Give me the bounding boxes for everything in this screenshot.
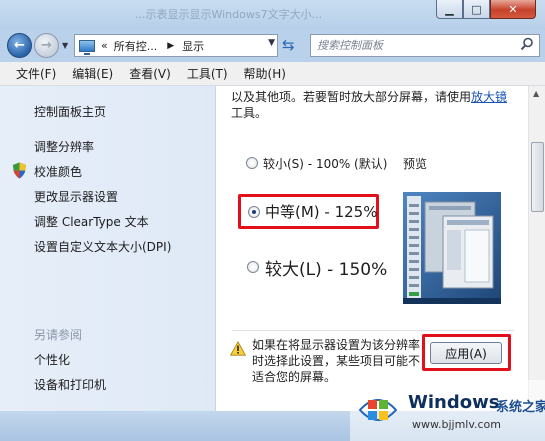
task-pane: 控制面板主页 调整分辨率 校准颜色 更改显示器设置 调整 ClearType 文… [0,86,216,411]
monitor-icon [79,39,95,55]
recent-pages-button[interactable]: ▼ [62,41,68,50]
intro-line-2: 工具。 [231,106,268,120]
close-icon: ✕ [508,2,518,16]
back-arrow-icon: ← [14,38,25,53]
watermark-url: www.bjjmlv.com [412,418,501,431]
radio-medium[interactable] [248,206,260,218]
search-input[interactable] [311,35,511,56]
forward-button[interactable]: → [34,33,59,58]
refresh-icon[interactable]: ⇆ [282,37,295,53]
warning-line-1: 如果在将显示器设置为该分辨率 [252,338,421,352]
shield-icon [13,162,26,179]
sidebar-item-calibrate-color[interactable]: 校准颜色 [34,163,82,180]
maximize-button[interactable]: □ [463,0,490,19]
minimize-icon: ▁ [445,2,454,16]
address-dropdown-icon[interactable]: ▼ [268,38,275,48]
preview-image [403,192,501,304]
divider [232,330,514,331]
intro-line-1: 以及其他项。若要暂时放大部分屏幕，请使用 [231,90,472,104]
radio-smaller[interactable] [246,157,258,169]
search-box[interactable] [310,34,540,57]
vertical-scrollbar[interactable]: ▲ [528,86,545,411]
scroll-thumb[interactable] [531,142,544,212]
menu-edit[interactable]: 编辑(E) [64,65,121,82]
breadcrumb-all-control-panel[interactable]: 所有控... [114,38,158,54]
windows-logo-icon [358,399,398,421]
menu-bar: 文件(F) 编辑(E) 查看(V) 工具(T) 帮助(H) [0,62,545,86]
see-also-personalization[interactable]: 个性化 [34,351,70,368]
menu-view[interactable]: 查看(V) [121,65,179,82]
warning-line-2: 时选择此设置，某些项目可能不 [252,354,421,368]
maximize-icon: □ [471,2,482,16]
minimize-button[interactable]: ▁ [436,0,463,19]
menu-file[interactable]: 文件(F) [8,65,64,82]
navigation-bar: ← → ▼ « 所有控... ▶ 显示 ▼ ⇆ [0,30,545,62]
content-pane: 以及其他项。若要暂时放大部分屏幕，请使用放大镜 工具。 较小(S) - 100%… [216,86,545,411]
sidebar-item-adjust-cleartype[interactable]: 调整 ClearType 文本 [34,213,149,230]
magnifier-link[interactable]: 放大镜 [471,90,507,104]
search-icon[interactable] [520,37,534,51]
close-button[interactable]: ✕ [490,0,536,19]
watermark: Windows 系统之家 www.bjjmlv.com [350,380,545,441]
radio-larger[interactable] [247,261,259,273]
option-smaller-label[interactable]: 较小(S) - 100% (默认) [263,155,387,172]
scroll-up-icon[interactable]: ▲ [533,89,539,98]
breadcrumb-separator-icon[interactable]: ▶ [167,41,174,51]
forward-arrow-icon: → [41,38,52,53]
title-bar: ...示表显示显示Windows7文字大小... ▁ □ ✕ [0,0,545,30]
option-medium-label[interactable]: 中等(M) - 125% [265,201,377,222]
option-larger-label[interactable]: 较大(L) - 150% [265,255,387,280]
apply-button[interactable]: 应用(A) [430,342,502,364]
see-also-devices-printers[interactable]: 设备和打印机 [34,376,106,393]
window-title: ...示表显示显示Windows7文字大小... [135,8,323,21]
warning-icon [230,341,246,356]
menu-tools[interactable]: 工具(T) [179,65,236,82]
watermark-brand: Windows [408,392,500,413]
see-also-heading: 另请参阅 [34,328,83,342]
sidebar-item-change-display-settings[interactable]: 更改显示器设置 [34,188,118,205]
sidebar-item-control-panel-home[interactable]: 控制面板主页 [34,103,106,120]
sidebar-item-custom-dpi[interactable]: 设置自定义文本大小(DPI) [34,238,171,255]
back-button[interactable]: ← [7,33,32,58]
address-prefix[interactable]: « [101,39,108,52]
watermark-suffix: 系统之家 [496,400,545,415]
preview-label: 预览 [403,157,428,171]
address-bar[interactable]: « 所有控... ▶ 显示 ▼ [74,34,278,57]
sidebar-item-adjust-resolution[interactable]: 调整分辨率 [34,138,94,155]
breadcrumb-display[interactable]: 显示 [182,38,204,54]
warning-text: 如果在将显示器设置为该分辨率 时选择此设置，某些项目可能不 适合您的屏幕。 [252,337,422,385]
intro-text: 以及其他项。若要暂时放大部分屏幕，请使用放大镜 [231,88,507,105]
menu-help[interactable]: 帮助(H) [236,65,294,82]
